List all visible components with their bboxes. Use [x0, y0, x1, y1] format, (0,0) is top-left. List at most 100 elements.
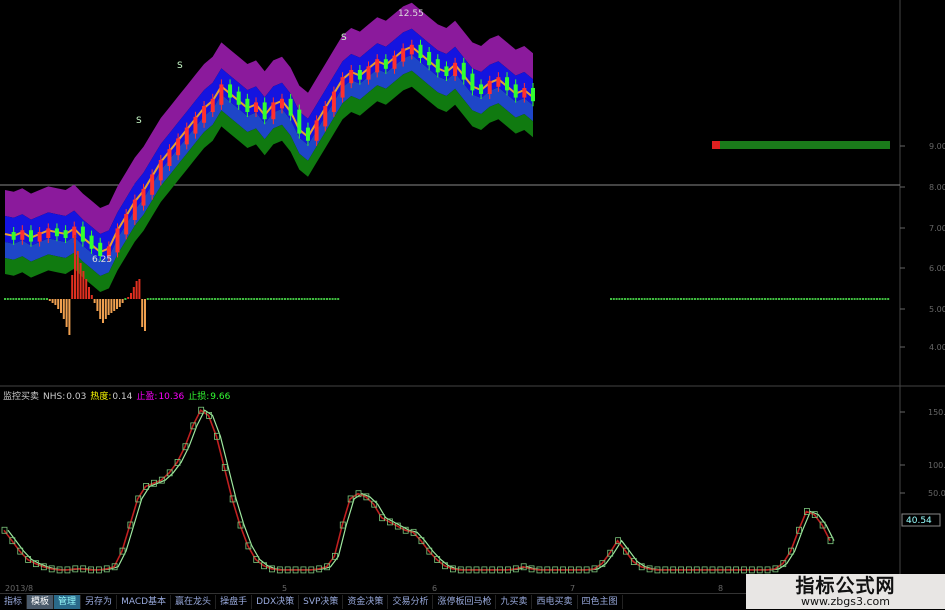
x-tick-label: 2013/8 — [5, 584, 33, 593]
osc-dot — [292, 298, 295, 300]
tab-5[interactable]: 赢在龙头 — [171, 595, 217, 609]
candle-body — [487, 80, 492, 94]
osc-dot — [146, 298, 149, 300]
tab-13[interactable]: 西电买卖 — [532, 595, 578, 609]
osc-dot — [258, 298, 261, 300]
tab-11[interactable]: 涨停板回马枪 — [433, 595, 497, 609]
osc-dot-right — [629, 298, 632, 300]
osc-dot — [239, 298, 242, 300]
signal-mark: S — [136, 116, 142, 126]
tab-6[interactable]: 操盘手 — [216, 595, 253, 609]
osc-dot — [166, 298, 169, 300]
osc-dot-right — [685, 298, 688, 300]
candle-body — [279, 98, 284, 109]
osc-dot-right — [775, 298, 778, 300]
osc-dot-right — [761, 298, 764, 300]
osc-dot-right — [682, 298, 685, 300]
osc-dot-right — [674, 298, 677, 300]
tab-7[interactable]: DDX决策 — [252, 595, 300, 609]
osc-bar — [110, 299, 113, 313]
heat-value: 0.14 — [112, 392, 133, 402]
right-price-bar — [712, 141, 890, 149]
candle-body — [89, 235, 94, 249]
osc-dot-right — [808, 298, 811, 300]
osc-dot-right — [646, 298, 649, 300]
osc-dot — [317, 298, 320, 300]
signal-mark: S — [341, 33, 347, 43]
current-value-label: 40.54 — [906, 516, 932, 526]
osc-dot-right — [688, 298, 691, 300]
osc-dot — [155, 298, 158, 300]
x-tick-label: 5 — [282, 584, 287, 593]
osc-bar — [141, 299, 144, 327]
tab-10[interactable]: 交易分析 — [388, 595, 434, 609]
osc-dot — [183, 298, 186, 300]
candle-body — [522, 88, 527, 98]
osc-dot — [312, 298, 314, 300]
lower-y-tick-label: 100.00 — [928, 461, 945, 470]
osc-dot-right — [856, 298, 859, 300]
osc-dot — [244, 298, 247, 300]
osc-dot — [197, 298, 200, 300]
right-price-bar-start — [712, 141, 720, 149]
stop-gain-label: 止盈: — [136, 392, 158, 402]
osc-dot-right — [769, 298, 772, 300]
osc-dot — [272, 298, 275, 300]
candle-body — [219, 84, 224, 105]
tab-0[interactable]: 指标 — [0, 595, 28, 609]
osc-dot — [225, 298, 228, 300]
tab-1[interactable]: 模板 — [27, 595, 55, 609]
candle-body — [297, 109, 302, 134]
osc-dot — [222, 298, 225, 300]
osc-dot-right — [828, 298, 831, 300]
osc-dot — [256, 298, 258, 300]
tab-3[interactable]: 另存为 — [81, 595, 118, 609]
osc-dot-right — [873, 298, 876, 300]
candle-body — [444, 66, 449, 76]
osc-bar — [144, 299, 146, 331]
candle-body — [323, 106, 328, 127]
osc-dot-right — [811, 298, 814, 300]
candle-body — [46, 228, 51, 238]
tab-2[interactable]: 管理 — [54, 595, 82, 609]
osc-dot-right — [836, 298, 839, 300]
tab-4[interactable]: MACD基本 — [117, 595, 172, 609]
osc-dot — [4, 298, 6, 300]
osc-bar — [88, 287, 90, 299]
y-tick-label: 6.00 — [929, 264, 945, 273]
osc-dot-right — [803, 298, 806, 300]
x-tick-label: 7 — [570, 584, 575, 593]
osc-bar — [93, 299, 96, 303]
tab-14[interactable]: 四色主图 — [578, 595, 623, 609]
heat-label: 热度: — [90, 392, 112, 402]
osc-dot-right — [887, 298, 890, 300]
osc-dot-right — [660, 298, 663, 300]
osc-dot-right — [705, 298, 708, 300]
candle-body — [392, 55, 397, 69]
osc-bar — [127, 297, 130, 299]
osc-dot — [194, 298, 197, 300]
candle-body — [176, 138, 181, 156]
osc-dot-right — [657, 298, 660, 300]
osc-dot-right — [730, 298, 733, 300]
osc-dot-right — [822, 298, 825, 300]
candle-body — [132, 199, 137, 220]
osc-dot-right — [747, 298, 750, 300]
osc-dot — [228, 298, 230, 300]
osc-dot-right — [621, 298, 624, 300]
osc-dot — [20, 298, 23, 300]
tab-12[interactable]: 九买卖 — [496, 595, 533, 609]
osc-dot — [29, 298, 32, 300]
osc-dot-right — [758, 298, 761, 300]
tab-9[interactable]: 资金决策 — [343, 595, 389, 609]
candle-body — [401, 48, 406, 62]
candle-body — [305, 127, 310, 141]
osc-dot — [320, 298, 323, 300]
osc-dot — [211, 298, 214, 300]
osc-dot-right — [638, 298, 640, 300]
tab-8[interactable]: SVP决策 — [299, 595, 344, 609]
osc-dot-right — [831, 298, 834, 300]
candle-body — [184, 127, 189, 145]
osc-dot-right — [744, 298, 747, 300]
indicator-name: 监控买卖 — [3, 392, 40, 402]
